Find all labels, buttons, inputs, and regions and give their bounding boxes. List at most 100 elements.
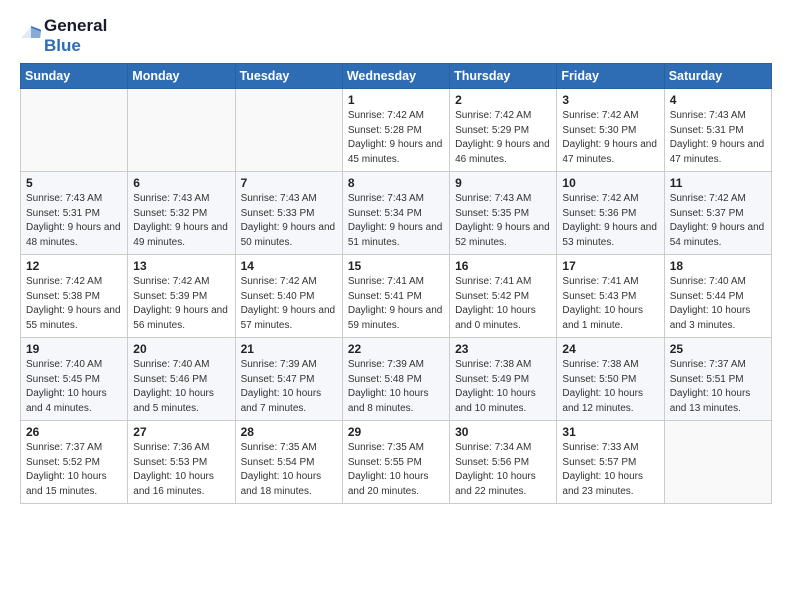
day-number: 2 bbox=[455, 93, 551, 107]
day-cell bbox=[664, 421, 771, 504]
day-cell: 25 Sunrise: 7:37 AMSunset: 5:51 PMDayligh… bbox=[664, 338, 771, 421]
day-cell: 31Sunrise: 7:33 AMSunset: 5:57 PMDayligh… bbox=[557, 421, 664, 504]
day-cell: 28 Sunrise: 7:35 AMSunset: 5:54 PMDayligh… bbox=[235, 421, 342, 504]
weekday-header-thursday: Thursday bbox=[450, 64, 557, 89]
day-number: 14 bbox=[241, 259, 337, 273]
day-cell: 6 Sunrise: 7:43 AMSunset: 5:32 PMDaylight… bbox=[128, 172, 235, 255]
day-number: 13 bbox=[133, 259, 229, 273]
day-cell: 8Sunrise: 7:43 AMSunset: 5:34 PMDaylight… bbox=[342, 172, 449, 255]
day-info: Sunrise: 7:35 AMSunset: 5:55 PMDaylight:… bbox=[348, 441, 444, 499]
week-row-3: 12 Sunrise: 7:42 AMSunset: 5:38 PMDayligh… bbox=[21, 255, 772, 338]
day-number: 10 bbox=[562, 176, 658, 190]
day-number: 4 bbox=[670, 93, 766, 107]
day-number: 6 bbox=[133, 176, 229, 190]
day-info: Sunrise: 7:43 AMSunset: 5:32 PMDaylight:… bbox=[133, 192, 229, 250]
day-cell: 14 Sunrise: 7:42 AMSunset: 5:40 PMDayligh… bbox=[235, 255, 342, 338]
day-number: 15 bbox=[348, 259, 444, 273]
week-row-2: 5Sunrise: 7:43 AMSunset: 5:31 PMDaylight… bbox=[21, 172, 772, 255]
logo: General Blue bbox=[20, 16, 107, 55]
day-cell: 13 Sunrise: 7:42 AMSunset: 5:39 PMDayligh… bbox=[128, 255, 235, 338]
day-cell: 17 Sunrise: 7:41 AMSunset: 5:43 PMDayligh… bbox=[557, 255, 664, 338]
day-info: Sunrise: 7:34 AMSunset: 5:56 PMDaylight:… bbox=[455, 441, 551, 499]
day-info: Sunrise: 7:41 AMSunset: 5:41 PMDaylight:… bbox=[348, 275, 444, 333]
day-number: 9 bbox=[455, 176, 551, 190]
day-info: Sunrise: 7:41 AMSunset: 5:42 PMDaylight:… bbox=[455, 275, 551, 333]
day-number: 25 bbox=[670, 342, 766, 356]
weekday-header-sunday: Sunday bbox=[21, 64, 128, 89]
day-info: Sunrise: 7:40 AMSunset: 5:45 PMDaylight:… bbox=[26, 358, 122, 416]
day-cell: 18 Sunrise: 7:40 AMSunset: 5:44 PMDayligh… bbox=[664, 255, 771, 338]
day-number: 28 bbox=[241, 425, 337, 439]
day-cell: 10 Sunrise: 7:42 AMSunset: 5:36 PMDayligh… bbox=[557, 172, 664, 255]
day-info: Sunrise: 7:38 AMSunset: 5:49 PMDaylight:… bbox=[455, 358, 551, 416]
weekday-header-row: SundayMondayTuesdayWednesdayThursdayFrid… bbox=[21, 64, 772, 89]
day-info: Sunrise: 7:37 AMSunset: 5:51 PMDaylight:… bbox=[670, 358, 766, 416]
page-container: General Blue SundayMondayTuesdayWednesda… bbox=[0, 0, 792, 514]
day-cell: 29 Sunrise: 7:35 AMSunset: 5:55 PMDayligh… bbox=[342, 421, 449, 504]
week-row-1: 1 Sunrise: 7:42 AMSunset: 5:28 PMDaylight… bbox=[21, 89, 772, 172]
day-cell: 22Sunrise: 7:39 AMSunset: 5:48 PMDayligh… bbox=[342, 338, 449, 421]
day-info: Sunrise: 7:36 AMSunset: 5:53 PMDaylight:… bbox=[133, 441, 229, 499]
day-cell: 5Sunrise: 7:43 AMSunset: 5:31 PMDaylight… bbox=[21, 172, 128, 255]
day-cell: 9 Sunrise: 7:43 AMSunset: 5:35 PMDaylight… bbox=[450, 172, 557, 255]
day-info: Sunrise: 7:41 AMSunset: 5:43 PMDaylight:… bbox=[562, 275, 658, 333]
day-number: 16 bbox=[455, 259, 551, 273]
day-cell: 3 Sunrise: 7:42 AMSunset: 5:30 PMDaylight… bbox=[557, 89, 664, 172]
day-info: Sunrise: 7:35 AMSunset: 5:54 PMDaylight:… bbox=[241, 441, 337, 499]
day-info: Sunrise: 7:42 AMSunset: 5:30 PMDaylight:… bbox=[562, 109, 658, 167]
day-cell: 7Sunrise: 7:43 AMSunset: 5:33 PMDaylight… bbox=[235, 172, 342, 255]
day-number: 11 bbox=[670, 176, 766, 190]
day-cell bbox=[128, 89, 235, 172]
week-row-5: 26 Sunrise: 7:37 AMSunset: 5:52 PMDayligh… bbox=[21, 421, 772, 504]
day-info: Sunrise: 7:42 AMSunset: 5:36 PMDaylight:… bbox=[562, 192, 658, 250]
day-number: 1 bbox=[348, 93, 444, 107]
logo-icon bbox=[20, 21, 42, 43]
day-info: Sunrise: 7:43 AMSunset: 5:31 PMDaylight:… bbox=[670, 109, 766, 167]
day-number: 26 bbox=[26, 425, 122, 439]
weekday-header-saturday: Saturday bbox=[664, 64, 771, 89]
day-cell bbox=[21, 89, 128, 172]
day-number: 12 bbox=[26, 259, 122, 273]
day-info: Sunrise: 7:42 AMSunset: 5:28 PMDaylight:… bbox=[348, 109, 444, 167]
logo-text-general: General bbox=[44, 16, 107, 36]
day-info: Sunrise: 7:42 AMSunset: 5:37 PMDaylight:… bbox=[670, 192, 766, 250]
day-number: 18 bbox=[670, 259, 766, 273]
day-number: 17 bbox=[562, 259, 658, 273]
day-cell: 12 Sunrise: 7:42 AMSunset: 5:38 PMDayligh… bbox=[21, 255, 128, 338]
day-number: 8 bbox=[348, 176, 444, 190]
day-cell: 26 Sunrise: 7:37 AMSunset: 5:52 PMDayligh… bbox=[21, 421, 128, 504]
day-cell: 2Sunrise: 7:42 AMSunset: 5:29 PMDaylight… bbox=[450, 89, 557, 172]
day-number: 3 bbox=[562, 93, 658, 107]
day-number: 29 bbox=[348, 425, 444, 439]
weekday-header-monday: Monday bbox=[128, 64, 235, 89]
day-cell: 11 Sunrise: 7:42 AMSunset: 5:37 PMDayligh… bbox=[664, 172, 771, 255]
day-cell: 1 Sunrise: 7:42 AMSunset: 5:28 PMDaylight… bbox=[342, 89, 449, 172]
day-cell bbox=[235, 89, 342, 172]
day-info: Sunrise: 7:42 AMSunset: 5:40 PMDaylight:… bbox=[241, 275, 337, 333]
day-info: Sunrise: 7:40 AMSunset: 5:44 PMDaylight:… bbox=[670, 275, 766, 333]
day-number: 31 bbox=[562, 425, 658, 439]
day-cell: 4 Sunrise: 7:43 AMSunset: 5:31 PMDaylight… bbox=[664, 89, 771, 172]
logo-text-blue: Blue bbox=[44, 36, 107, 56]
day-info: Sunrise: 7:43 AMSunset: 5:31 PMDaylight:… bbox=[26, 192, 122, 250]
day-info: Sunrise: 7:42 AMSunset: 5:38 PMDaylight:… bbox=[26, 275, 122, 333]
day-number: 7 bbox=[241, 176, 337, 190]
header: General Blue bbox=[20, 16, 772, 55]
day-info: Sunrise: 7:42 AMSunset: 5:39 PMDaylight:… bbox=[133, 275, 229, 333]
day-cell: 15 Sunrise: 7:41 AMSunset: 5:41 PMDayligh… bbox=[342, 255, 449, 338]
day-number: 21 bbox=[241, 342, 337, 356]
day-number: 24 bbox=[562, 342, 658, 356]
day-info: Sunrise: 7:43 AMSunset: 5:35 PMDaylight:… bbox=[455, 192, 551, 250]
weekday-header-wednesday: Wednesday bbox=[342, 64, 449, 89]
day-cell: 24 Sunrise: 7:38 AMSunset: 5:50 PMDayligh… bbox=[557, 338, 664, 421]
day-info: Sunrise: 7:37 AMSunset: 5:52 PMDaylight:… bbox=[26, 441, 122, 499]
day-number: 30 bbox=[455, 425, 551, 439]
day-number: 19 bbox=[26, 342, 122, 356]
day-number: 23 bbox=[455, 342, 551, 356]
day-cell: 19 Sunrise: 7:40 AMSunset: 5:45 PMDayligh… bbox=[21, 338, 128, 421]
week-row-4: 19 Sunrise: 7:40 AMSunset: 5:45 PMDayligh… bbox=[21, 338, 772, 421]
day-cell: 23 Sunrise: 7:38 AMSunset: 5:49 PMDayligh… bbox=[450, 338, 557, 421]
day-info: Sunrise: 7:38 AMSunset: 5:50 PMDaylight:… bbox=[562, 358, 658, 416]
day-number: 22 bbox=[348, 342, 444, 356]
day-info: Sunrise: 7:40 AMSunset: 5:46 PMDaylight:… bbox=[133, 358, 229, 416]
